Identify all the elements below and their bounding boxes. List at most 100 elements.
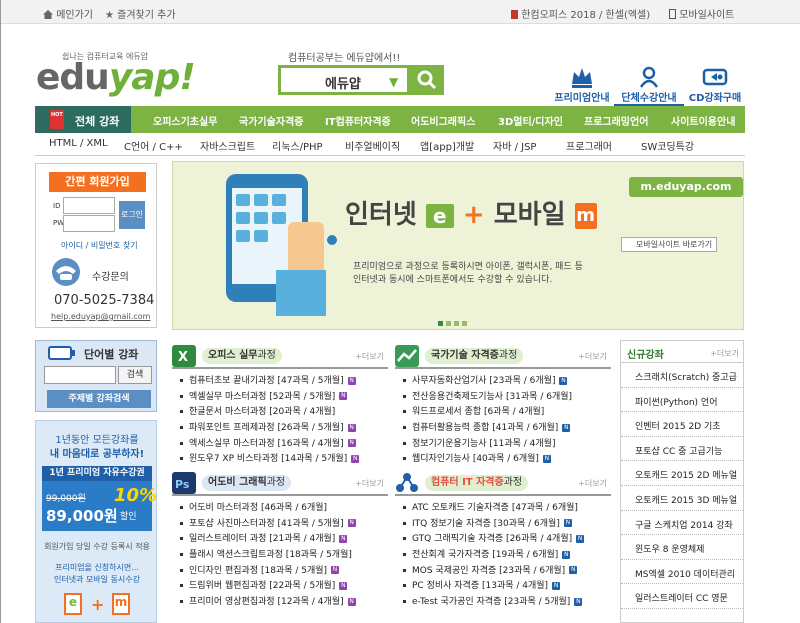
list-item[interactable]: 엑세스실무 마스터과정 [16과목 / 4개월] N [180, 436, 359, 452]
crown-icon [572, 68, 592, 88]
more-link[interactable]: +더보기 [578, 478, 607, 489]
subnav-app[interactable]: 앱[app]개발 [420, 138, 474, 153]
list-item[interactable]: 전산회계 국가자격증 [19과목 / 6개월] N [403, 547, 584, 563]
new-badge-icon: N [339, 392, 348, 401]
site-logo[interactable]: eduyap! [36, 57, 196, 98]
list-item[interactable]: 파워포인트 프레제과정 [26과목 / 5개월] N [180, 420, 359, 436]
word-search-input[interactable] [44, 366, 116, 384]
nav-item-programming[interactable]: 프로그래밍언어 [584, 113, 648, 128]
list-item[interactable]: 일러스트레이터 과정 [21과목 / 4개월] N [180, 531, 356, 547]
list-item[interactable]: 워드프로세서 종합 [6과목 / 4개월] [403, 404, 572, 420]
more-link[interactable]: +더보기 [355, 351, 384, 362]
list-item[interactable]: 한글문서 마스터과정 [20과목 / 4개월] [180, 404, 359, 420]
list-item[interactable]: 포토샵 사진마스터과정 [41과목 / 5개월] N [180, 516, 356, 532]
internet-icon: e [425, 203, 454, 228]
find-account-link[interactable]: 아이디 / 비밀번호 찾기 [61, 240, 138, 251]
list-item[interactable]: 윈도우7 XP 비스타과정 [14과목 / 5개월] N [180, 451, 360, 467]
list-item[interactable]: 프리미어 영상편집과정 [12과목 / 4개월] N [180, 594, 356, 610]
new-badge-icon: N [542, 454, 551, 463]
top-utility-bar: 메인가기 ★ 즐겨찾기 추가 한컴오피스 2018 / 한셀(엑셀) 모바일사이… [1, 0, 800, 24]
new-badge-icon: N [562, 550, 571, 559]
nav-item-national-cert[interactable]: 국가기술자격증 [239, 113, 303, 128]
list-item[interactable]: 엑셀실무 마스터과정 [52과목 / 5개월] N [180, 389, 359, 405]
subnav-html[interactable]: HTML / XML [49, 138, 108, 149]
nav-item-it-cert[interactable]: IT컴퓨터자격증 [325, 113, 391, 128]
id-field[interactable] [63, 197, 115, 214]
list-item[interactable]: 스크래치(Scratch) 중고급 [621, 363, 743, 388]
subnav-vb[interactable]: 비주얼베이직 [345, 138, 400, 153]
password-field[interactable] [63, 215, 115, 232]
excel-icon: X [172, 345, 196, 367]
smartphone-illustration [216, 170, 346, 323]
nav-item-office[interactable]: 오피스기초실무 [153, 113, 217, 128]
word-search-button[interactable]: 검색 [118, 366, 152, 384]
list-item[interactable]: 정보기기운용기능사 [11과목 / 4개월] [403, 436, 572, 452]
subnav-sw-coding[interactable]: SW코딩특강 [641, 138, 694, 153]
list-item[interactable]: ITQ 정보기술 자격증 [30과목 / 6개월] N [403, 516, 584, 532]
premium-promo[interactable]: 1년동안 모든강좌를 내 마음대로 공부하자! 1년 프리미엄 자유수강권 99… [35, 420, 157, 623]
nav-item-3d[interactable]: 3D멀티/디자인 [498, 113, 563, 128]
list-item[interactable]: 드림위버 웹편집과정 [22과목 / 5개월] N [180, 578, 356, 594]
list-item[interactable]: 전산응용건축제도기능사 [31과목 / 6개월] [403, 389, 572, 405]
subnav-javascript[interactable]: 자바스크립트 [200, 138, 255, 153]
list-item[interactable]: 컴퓨터활용능력 종합 [41과목 / 6개월] N [403, 420, 572, 436]
list-item[interactable]: 윈도우 8 운영체제 [621, 535, 743, 560]
join-button[interactable]: 간편 회원가입 [49, 172, 146, 192]
list-item[interactable]: 사무자동화산업기사 [23과목 / 6개월] N [403, 373, 572, 389]
subnav-java[interactable]: 자바 / JSP [493, 138, 536, 153]
premium-info-link[interactable]: 프리미엄안내 [547, 66, 617, 104]
list-item[interactable]: 오토캐드 2015 3D 메뉴얼 [621, 486, 743, 511]
list-item[interactable]: 포토샵 CC 중 고급기능 [621, 437, 743, 462]
email-link[interactable]: help.eduyap@gmail.com [51, 312, 150, 321]
phone-number: 070-5025-7384 [54, 293, 155, 308]
list-item[interactable]: 플래시 액션스크립트과정 [18과목 / 5개월] [180, 547, 356, 563]
search-input[interactable]: 에듀얍 ▼ [278, 65, 410, 95]
nav-all-courses[interactable]: HOT 전체 강좌 [35, 106, 131, 133]
search-caption: 컴퓨터공부는 에듀얍에서!! [288, 53, 401, 64]
list-item[interactable]: 파이썬(Python) 언어 [621, 388, 743, 413]
list-item[interactable]: e-Test 국가공인 자격증 [23과목 / 5개월] N [403, 594, 584, 610]
home-link[interactable]: 메인가기 [43, 6, 93, 21]
mobile-site-shortcut[interactable]: 모바일사이트 바로가기 [621, 237, 717, 252]
topic-search-button[interactable]: 주제별 강좌검색 [47, 390, 151, 408]
favorite-link[interactable]: ★ 즐겨찾기 추가 [105, 6, 176, 21]
list-item[interactable]: PC 정비사 자격증 [13과목 / 4개월] N [403, 578, 584, 594]
list-item[interactable]: GTQ 그래픽기술 자격증 [26과목 / 4개월] N [403, 531, 585, 547]
cd-purchase-link[interactable]: CD강좌구매 [680, 66, 750, 104]
hancom-promo-link[interactable]: 한컴오피스 2018 / 한셀(엑셀) [511, 6, 650, 21]
list-item[interactable]: 인디자인 편집과정 [18과목 / 5개월] N [180, 563, 356, 579]
list-item[interactable]: 웹디자인기능사 [40과목 / 6개월] N [403, 451, 572, 467]
dropdown-arrow-icon[interactable]: ▼ [389, 75, 398, 89]
main-nav: HOT 전체 강좌 오피스기초실무 국가기술자격증 IT컴퓨터자격증 어도비그래… [35, 106, 745, 133]
list-item[interactable]: 인벤터 2015 2D 기초 [621, 412, 743, 437]
list-item[interactable]: ATC 오토캐드 기술자격증 [47과목 / 6개월] [403, 500, 584, 516]
panel-adobe: Ps 어도비 그래픽과정 +더보기 어도비 마스터과정 [46과목 / 6개월]… [172, 470, 388, 623]
list-item[interactable]: MOS 국제공인 자격증 [23과목 / 6개월] N [403, 563, 584, 579]
subnav-c[interactable]: C언어 / C++ [124, 138, 183, 153]
search-button[interactable] [410, 65, 444, 95]
new-badge-icon: N [331, 566, 340, 575]
list-item[interactable]: 일러스트레이터 CC 영문 [621, 584, 743, 609]
list-item[interactable]: 컴퓨터초보 끝내기과정 [47과목 / 5개월] N [180, 373, 359, 389]
group-info-link[interactable]: 단체수강안내 [614, 66, 684, 107]
new-badge-icon: N [347, 376, 356, 385]
more-link[interactable]: +더보기 [355, 478, 384, 489]
nav-item-adobe[interactable]: 어도비그래픽스 [411, 113, 475, 128]
star-icon: ★ [105, 10, 114, 21]
mobile-banner[interactable]: m.eduyap.com 인터넷 e + 모바일 m 모바일사이트 바로가기 프… [172, 161, 744, 330]
list-item[interactable]: 구글 스케치업 2014 강좌 [621, 511, 743, 536]
list-item[interactable]: 어도비 마스터과정 [46과목 / 6개월] [180, 500, 356, 516]
nav-item-site-guide[interactable]: 사이트이용안내 [671, 113, 735, 128]
more-link[interactable]: +더보기 [710, 348, 739, 359]
banner-pager[interactable] [438, 318, 470, 329]
login-button[interactable]: 로그인 [119, 201, 145, 229]
person-icon [639, 66, 659, 88]
list-item[interactable]: MS엑셀 2010 데이터관리 [621, 560, 743, 585]
subnav-programmer[interactable]: 프로그래머 [566, 138, 612, 153]
course-list: ATC 오토캐드 기술자격증 [47과목 / 6개월] ITQ 정보기술 자격증… [403, 500, 585, 610]
list-item[interactable]: 오토캐드 2015 2D 메뉴얼 [621, 461, 743, 486]
subnav-linux[interactable]: 리눅스/PHP [272, 138, 323, 153]
promo-pass-label: 1년 프리미엄 자유수강권 [42, 466, 152, 481]
mobile-site-link[interactable]: 모바일사이트 [669, 6, 734, 21]
more-link[interactable]: +더보기 [578, 351, 607, 362]
